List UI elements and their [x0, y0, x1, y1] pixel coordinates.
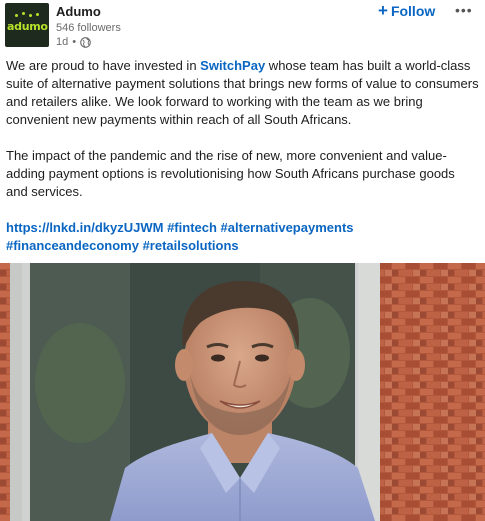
hashtag-financeandeconomy[interactable]: #financeandeconomy: [6, 238, 139, 253]
portrait-photo: [0, 263, 485, 521]
company-logo[interactable]: adumo: [5, 3, 49, 47]
more-options-icon[interactable]: •••: [455, 2, 473, 18]
post-image[interactable]: [0, 263, 485, 521]
short-link[interactable]: https://lnkd.in/dkyzUJWM: [6, 220, 163, 235]
post-body: We are proud to have invested in SwitchP…: [6, 57, 480, 273]
post-paragraph-2: The impact of the pandemic and the rise …: [6, 148, 455, 199]
plus-icon: +: [378, 1, 388, 20]
post-links: https://lnkd.in/dkyzUJWM #fintech #alter…: [6, 219, 480, 255]
post-header: adumo Adumo 546 followers 1d • + Follow …: [0, 0, 485, 52]
logo-dots-icon: [13, 12, 41, 18]
hashtag-retailsolutions[interactable]: #retailsolutions: [143, 238, 239, 253]
meta-dot: •: [72, 36, 77, 48]
post-meta: 1d •: [56, 36, 91, 48]
hashtag-fintech[interactable]: #fintech: [167, 220, 217, 235]
hashtag-alternativepayments[interactable]: #alternativepayments: [221, 220, 354, 235]
post-time: 1d: [56, 36, 69, 48]
mention-link[interactable]: SwitchPay: [200, 58, 265, 73]
paragraph-1-start: We are proud to have invested in: [6, 58, 201, 73]
logo-text: adumo: [7, 20, 48, 33]
globe-icon: [80, 36, 91, 48]
follow-label: Follow: [390, 3, 436, 19]
post-paragraph-1: We are proud to have invested in SwitchP…: [6, 57, 480, 129]
follow-button[interactable]: + Follow: [378, 1, 436, 20]
company-name[interactable]: Adumo: [56, 4, 101, 19]
follower-count: 546 followers: [56, 22, 121, 34]
